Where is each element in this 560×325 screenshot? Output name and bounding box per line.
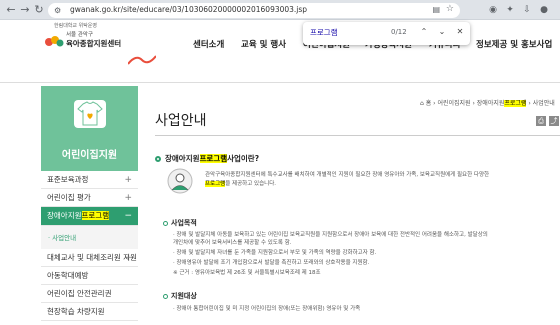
find-count: 0/12 (391, 28, 407, 36)
purpose-bullet: · 장애영유아 발달에 조기 개입함으로서 발달을 촉진하고 또래와의 상호작용… (173, 260, 370, 266)
logo-line2[interactable]: 육아종합지원센터 (66, 38, 121, 49)
section-target-title: 지원대상 (163, 291, 197, 301)
title-divider (155, 135, 560, 136)
intro-line-end: 을 제공하고 있습니다. (225, 181, 277, 187)
breadcrumb-current: › 사업안내 (526, 100, 555, 107)
nav-education-events[interactable]: 교육 및 행사 (241, 38, 286, 50)
nav-info-promotion[interactable]: 정보제공 및 홍보사업 (476, 38, 552, 50)
bullet-circle-icon (155, 156, 161, 162)
site-info-icon[interactable]: ⚙ (54, 6, 61, 15)
bullet-circle-icon (163, 293, 168, 299)
sidebar-item-label: 현장학습 차량지원 (47, 307, 105, 316)
forward-icon[interactable]: → (18, 3, 32, 17)
sidebar-item-child-abuse-prevention[interactable]: 아동학대예방 (41, 267, 138, 285)
nav-center-intro[interactable]: 센터소개 (193, 38, 224, 50)
sidebar-item-label: 장애아지원 (47, 211, 82, 220)
purpose-bullet: · 장애 및 발달지체 자녀를 둔 가족을 지원함으로서 부모 및 가족의 역량… (173, 250, 377, 256)
profile-icon[interactable]: ● (537, 3, 551, 17)
expand-plus-icon[interactable]: + (124, 171, 132, 189)
sidebar-item-label: 어린이집 안전관리권 (47, 289, 112, 298)
page-root: { "browser": { "url": "gwanak.go.kr/site… (0, 0, 560, 325)
sidebar-item-standard-curriculum[interactable]: 표준보육과정 + (41, 171, 138, 189)
share-icon[interactable]: ⤴ (549, 116, 559, 126)
question-text-end: 사업이란? (227, 154, 260, 163)
target-bullet: · 장애아 통합어린이집 및 미 지정 어린이집의 장애(또는 장애위험) 영유… (173, 306, 361, 312)
find-prev-icon[interactable]: ⌃ (419, 27, 429, 36)
print-icon[interactable]: ⎙ (536, 116, 546, 126)
extension-icon[interactable]: ◉ (486, 3, 500, 17)
intro-line: 관악구육아종합지원센터에 특수교사를 배치하여 개별적인 지원이 필요한 장애 … (205, 172, 490, 178)
section-title-text: 사업목적 (171, 219, 197, 227)
logo-line1: 서울 관악구 (66, 32, 94, 38)
sidebar-header: 어린이집지원 (41, 86, 138, 171)
search-highlight: 프로그램 (81, 211, 110, 220)
find-close-icon[interactable]: ✕ (455, 27, 465, 36)
sidebar-item-label: 대체교사 및 대체조리원 지원 (47, 253, 137, 262)
purpose-bullet: · 장애 및 발달지체 아동을 보육하고 있는 어린이집 보육교직원을 지원함으… (173, 232, 488, 238)
page-title: 사업안내 (155, 113, 207, 129)
sidebar-subitem-business-info[interactable]: · 사업안내 (41, 226, 138, 249)
section-title-text: 지원대상 (171, 292, 197, 300)
logo-mark-icon[interactable] (44, 33, 64, 49)
sidebar-item-label: 표준보육과정 (47, 175, 89, 184)
sidebar-item-safety-management[interactable]: 어린이집 안전관리권 (41, 285, 138, 303)
search-highlight: 프로그램 (199, 154, 228, 163)
intro-text: 관악구육아종합지원센터에 특수교사를 배치하여 개별적인 지원이 필요한 장애 … (205, 171, 555, 189)
expand-plus-icon[interactable]: + (124, 249, 132, 267)
teacher-avatar-icon (167, 168, 193, 194)
reload-icon[interactable]: ↻ (32, 3, 46, 17)
page-icon[interactable]: ▤ (432, 5, 440, 14)
sidebar-item-label: 어린이집 평가 (47, 193, 91, 202)
logo-subtext: 한림대학교 위탁운영 (54, 23, 97, 29)
sidebar-item-label: 아동학대예방 (47, 271, 89, 280)
find-input[interactable]: 프로그램 (310, 27, 380, 38)
sidebar-title: 어린이집지원 (61, 150, 118, 161)
section-question: 장애아지원프로그램사업이란? (155, 153, 259, 164)
expand-plus-icon[interactable]: + (124, 189, 132, 207)
question-text: 장애아지원 (165, 154, 200, 163)
sidebar-item-disability-program[interactable]: 장애아지원프로그램 − (41, 207, 138, 226)
back-icon[interactable]: ← (4, 3, 18, 17)
bookmark-star-icon[interactable]: ☆ (446, 4, 454, 14)
breadcrumb-path[interactable]: ⌂ 홈 › 어린이집지원 › 장애아지원 (420, 100, 504, 107)
search-highlight: 프로그램 (205, 181, 226, 187)
logo-wave-icon (128, 55, 156, 65)
collapse-minus-icon[interactable]: − (124, 207, 132, 225)
shirt-icon (74, 100, 106, 128)
url-text: gwanak.go.kr/site/educare/03/10306020000… (70, 5, 308, 14)
sidebar-item-substitute-teacher[interactable]: 대체교사 및 대체조리원 지원 + (41, 249, 138, 267)
bullet-circle-icon (163, 220, 168, 226)
purpose-note: ※ 근거 : 영유아보육법 제 26조 및 서울특별시보육조례 제 18조 (173, 270, 321, 276)
find-bar: 프로그램 0/12 ⌃ ⌄ ✕ (303, 22, 470, 45)
header-divider (0, 82, 560, 83)
sidebar-item-field-trip-vehicle[interactable]: 현장학습 차량지원 (41, 303, 138, 321)
browser-toolbar: ← → ↻ ⚙ gwanak.go.kr/site/educare/03/103… (0, 0, 560, 20)
find-next-icon[interactable]: ⌄ (437, 27, 447, 36)
address-bar[interactable]: ⚙ gwanak.go.kr/site/educare/03/103060200… (48, 3, 460, 18)
download-icon[interactable]: ⇩ (520, 3, 534, 17)
section-purpose-title: 사업목적 (163, 218, 197, 228)
puzzle-icon[interactable]: ✦ (503, 3, 517, 17)
search-highlight: 프로그램 (504, 100, 527, 107)
sidebar-item-daycare-evaluation[interactable]: 어린이집 평가 + (41, 189, 138, 207)
breadcrumb: ⌂ 홈 › 어린이집지원 › 장애아지원프로그램 › 사업안내 (420, 98, 555, 107)
purpose-bullet: 개인차에 맞추어 보육서비스를 제공할 수 있도록 함. (173, 240, 292, 246)
